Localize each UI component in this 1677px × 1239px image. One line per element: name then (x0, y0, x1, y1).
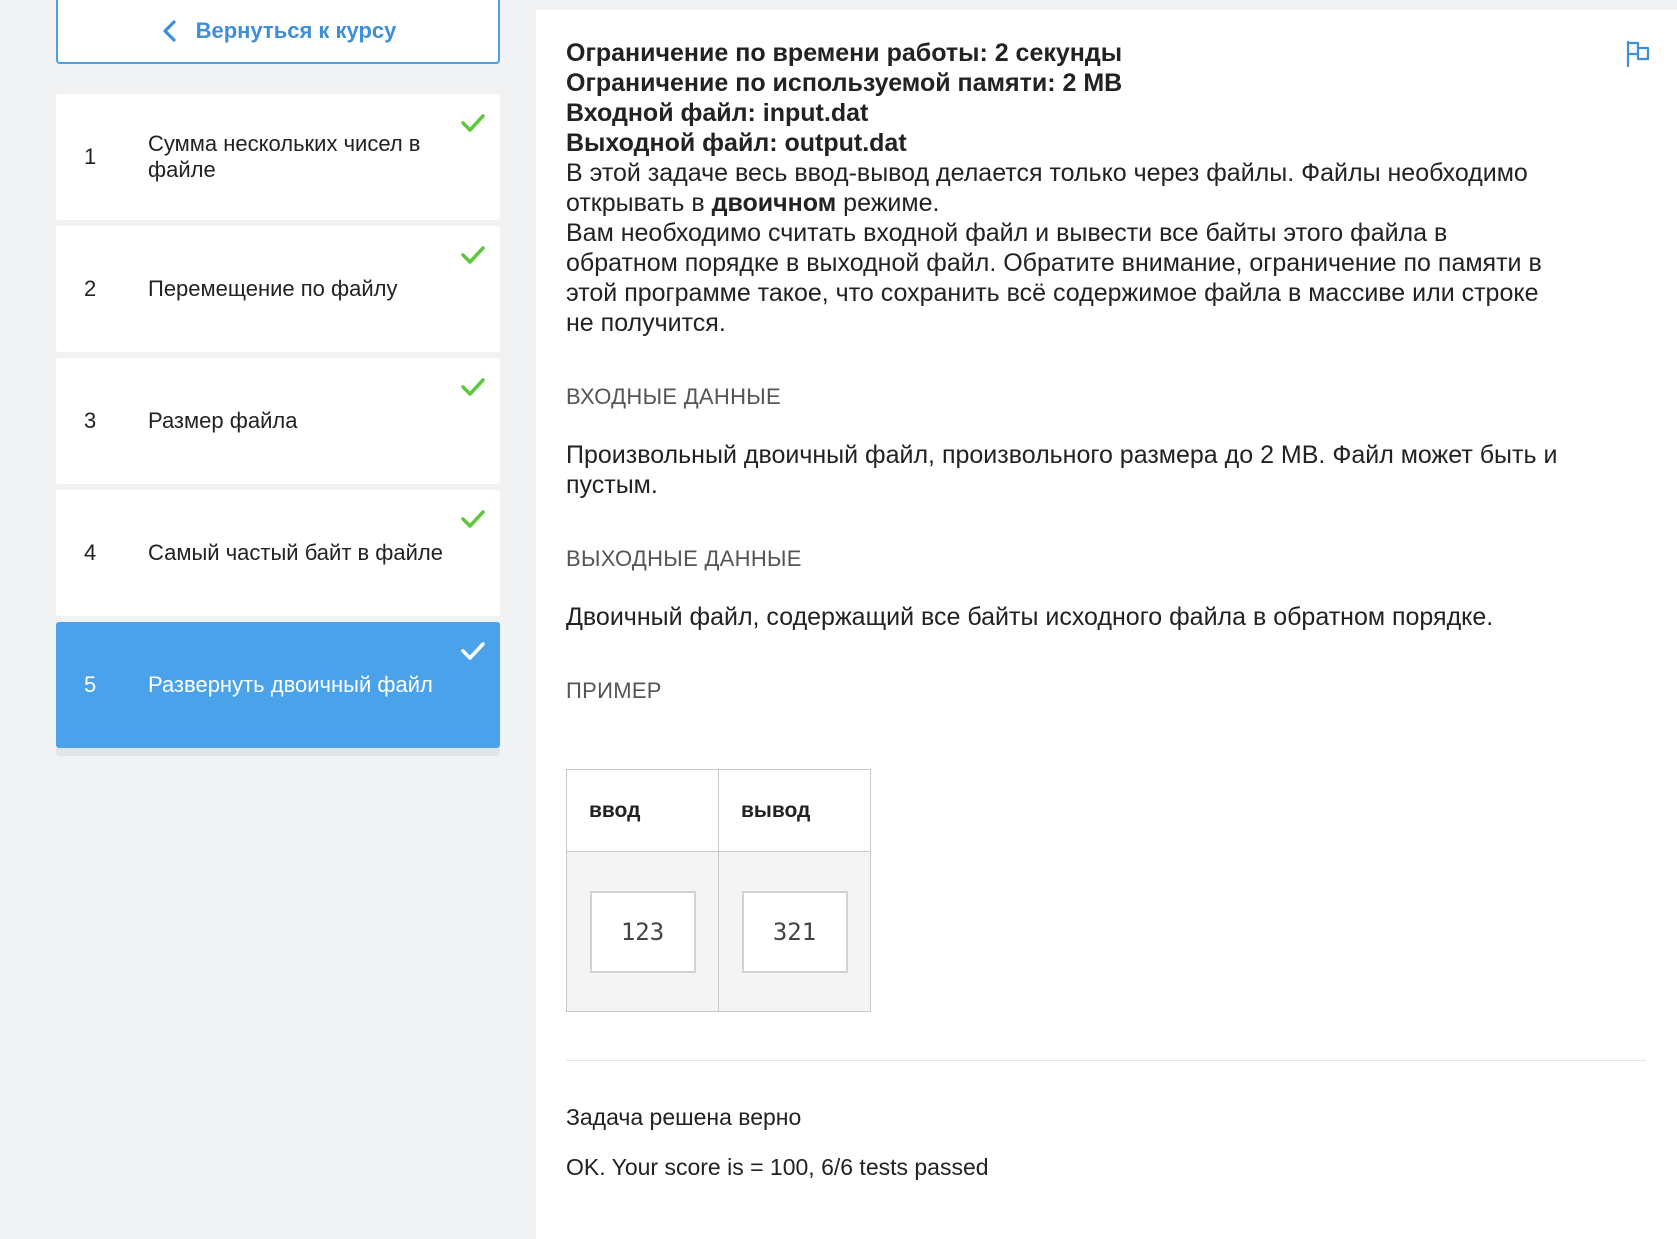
example-header-output: вывод (718, 769, 871, 852)
lesson-title: Сумма нескольких чисел в файле (148, 131, 421, 182)
check-icon (460, 244, 486, 266)
lesson-title: Самый частый байт в файле (148, 540, 444, 565)
memory-limit: Ограничение по используемой памяти: 2 MB (566, 69, 1123, 97)
example-cell-output: 321 (718, 851, 871, 1012)
lesson-number: 3 (84, 408, 97, 433)
lesson-title: Перемещение по файлу (148, 276, 398, 301)
example-table: ввод вывод 123 321 (566, 769, 871, 1012)
statement-text: В этой задаче весь ввод-вывод делается т… (566, 159, 1528, 217)
lesson-item-3[interactable]: 3 Размер файла (56, 358, 500, 484)
check-icon (460, 640, 486, 662)
lesson-title: Размер файла (148, 408, 298, 433)
time-limit: Ограничение по времени работы: 2 секунды (566, 39, 1123, 67)
output-section-title: ВЫХОДНЫЕ ДАННЫЕ (566, 546, 802, 571)
check-icon (460, 112, 486, 134)
statement-text: режиме. (836, 189, 940, 217)
lesson-item-5[interactable]: 5 Развернуть двоичный файл (56, 622, 500, 748)
example-cell-input: 123 (566, 851, 719, 1012)
back-to-course-button[interactable]: Вернуться к курсу (56, 0, 500, 64)
example-header-input: ввод (566, 769, 719, 852)
input-description: Произвольный двоичный файл, произвольног… (566, 441, 1558, 499)
lesson-number: 4 (84, 540, 97, 565)
lesson-item-4[interactable]: 4 Самый частый байт в файле (56, 490, 500, 616)
check-icon (460, 376, 486, 398)
problem-panel: Ограничение по времени работы: 2 секунды… (536, 10, 1677, 1239)
result-status: Задача решена верно (566, 1104, 802, 1130)
divider (566, 1060, 1646, 1061)
flag-icon[interactable] (1625, 40, 1651, 68)
lesson-number: 2 (84, 276, 97, 301)
lesson-number: 1 (84, 144, 97, 169)
lesson-list-shadow (56, 748, 500, 756)
example-section-title: ПРИМЕР (566, 678, 662, 703)
statement-bold: двоичном (711, 189, 837, 217)
chevron-left-icon (160, 19, 180, 43)
output-file: Выходной файл: output.dat (566, 129, 907, 157)
result-score: OK. Your score is = 100, 6/6 tests passe… (566, 1154, 989, 1180)
lesson-item-1[interactable]: 1 Сумма нескольких чисел в файле (56, 94, 500, 220)
input-section-title: ВХОДНЫЕ ДАННЫЕ (566, 384, 782, 409)
example-output-value[interactable]: 321 (741, 890, 848, 973)
lesson-number: 5 (84, 672, 97, 697)
input-file: Входной файл: input.dat (566, 99, 869, 127)
lesson-title: Развернуть двоичный файл (148, 672, 433, 697)
lesson-item-2[interactable]: 2 Перемещение по файлу (56, 226, 500, 352)
statement-paragraph-1: В этой задаче весь ввод-вывод делается т… (566, 158, 1566, 218)
statement-paragraph-2: Вам необходимо считать входной файл и вы… (566, 219, 1542, 337)
output-description: Двоичный файл, содержащий все байты исхо… (566, 603, 1494, 631)
back-to-course-label: Вернуться к курсу (195, 18, 397, 43)
problem-statement: Ограничение по времени работы: 2 секунды… (566, 38, 1566, 706)
example-input-value[interactable]: 123 (589, 890, 696, 973)
check-icon (460, 508, 486, 530)
